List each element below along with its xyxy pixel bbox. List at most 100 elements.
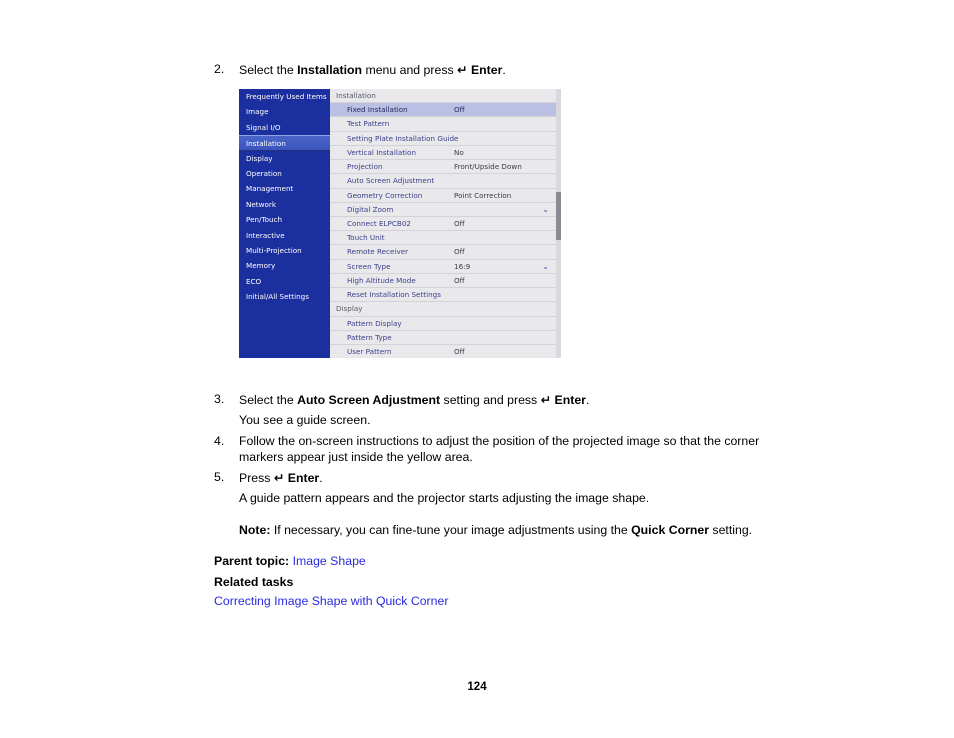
osd-sidebar-item-display[interactable]: Display (239, 151, 330, 166)
osd-row-label: Connect ELPCB02 (347, 218, 411, 228)
osd-row-value: Off (454, 105, 465, 115)
enter-key-icon: ↵ (273, 470, 285, 485)
osd-sidebar-item-label: Pen/Touch (246, 215, 283, 225)
step-5-number: 5. (214, 470, 225, 484)
osd-sidebar-item-signal-i-o[interactable]: Signal I/O (239, 120, 330, 135)
step-5-text-a: Press (239, 471, 274, 485)
step-5-result: A guide pattern appears and the projecto… (239, 491, 650, 505)
osd-sidebar-item-pen-touch[interactable]: Pen/Touch (239, 212, 330, 227)
osd-scrollbar-thumb[interactable] (556, 192, 561, 240)
osd-sidebar-item-operation[interactable]: Operation (239, 166, 330, 181)
step-2-text-b: menu and press (362, 63, 458, 77)
osd-row-test-pattern[interactable]: Test Pattern (330, 117, 561, 132)
step-2-text: Select the Installation menu and press ↵… (239, 62, 919, 79)
osd-section-installation: Installation (330, 89, 561, 104)
enter-key-icon: ↵ (540, 392, 552, 407)
osd-sidebar-item-installation[interactable]: Installation (239, 135, 332, 151)
osd-sidebar-item-label: Interactive (246, 230, 285, 240)
step-5-text-b: . (319, 471, 323, 485)
osd-row-label: User Pattern (347, 346, 392, 356)
step-4-text: Follow the on-screen instructions to adj… (239, 434, 760, 464)
osd-scrollbar-track[interactable] (556, 89, 561, 358)
page-number: 124 (467, 681, 487, 693)
osd-sidebar-item-management[interactable]: Management (239, 181, 330, 196)
osd-row-fixed-installation[interactable]: Fixed Installation Off (330, 103, 561, 118)
osd-row-pattern-display[interactable]: Pattern Display (330, 317, 561, 331)
osd-sidebar-item-label: Display (246, 153, 273, 163)
osd-row-geometry-correction[interactable]: Geometry Correction Point Correction (330, 189, 561, 203)
osd-sidebar-item-label: Installation (246, 139, 286, 149)
osd-row-user-pattern[interactable]: User Pattern Off (330, 345, 561, 358)
osd-sidebar-item-label: Management (246, 184, 294, 194)
chevron-down-icon[interactable]: ⌄ (542, 260, 549, 274)
osd-row-value: Point Correction (454, 190, 512, 200)
step-2-menu-name: Installation (297, 63, 363, 77)
osd-row-label: Remote Receiver (347, 247, 409, 257)
osd-sidebar-item-interactive[interactable]: Interactive (239, 228, 330, 243)
step-2-text-a: Select the (239, 63, 298, 77)
chevron-down-icon[interactable]: ⌄ (542, 203, 549, 217)
osd-row-label: Pattern Type (347, 332, 392, 342)
note-text-b: setting. (709, 523, 753, 537)
osd-row-label: Auto Screen Adjustment (347, 176, 435, 186)
osd-row-value: 16:9 (454, 261, 471, 271)
osd-row-vertical-installation[interactable]: Vertical Installation No (330, 146, 561, 161)
osd-sidebar: Frequently Used Items Image Signal I/O Inst… (239, 89, 332, 358)
osd-row-label: Setting Plate Installation Guide (347, 133, 459, 143)
osd-row-value: Off (454, 346, 465, 356)
note-quick-corner: Quick Corner (631, 523, 710, 537)
osd-sidebar-item-label: Signal I/O (246, 122, 281, 132)
parent-topic-label: Parent topic: (214, 554, 290, 568)
osd-row-label: Projection (347, 162, 383, 172)
osd-row-value: Off (454, 275, 465, 285)
osd-row-remote-receiver[interactable]: Remote Receiver Off (330, 245, 561, 260)
osd-sidebar-item-initial-all-settings[interactable]: Initial/All Settings (239, 289, 330, 304)
parent-topic-link[interactable]: Image Shape (293, 554, 366, 568)
osd-row-screen-type[interactable]: Screen Type 16:9 ⌄ (330, 260, 561, 274)
osd-row-projection[interactable]: Projection Front/Upside Down (330, 160, 561, 175)
osd-row-setting-plate-installation-guide[interactable]: Setting Plate Installation Guide (330, 132, 561, 146)
osd-sidebar-item-label: Image (246, 107, 269, 117)
osd-section-label: Display (336, 304, 363, 314)
osd-row-auto-screen-adjustment[interactable]: Auto Screen Adjustment (330, 174, 561, 189)
osd-row-label: Fixed Installation (347, 105, 408, 115)
osd-row-label: Reset Installation Settings (347, 290, 441, 300)
osd-sidebar-item-frequently-used-items[interactable]: Frequently Used Items (239, 89, 330, 104)
osd-sidebar-item-network[interactable]: Network (239, 197, 330, 212)
step-3-text-b: setting and press (440, 393, 541, 407)
osd-row-label: Touch Unit (347, 233, 385, 243)
osd-row-reset-installation-settings[interactable]: Reset Installation Settings (330, 288, 561, 303)
note-text-a: If necessary, you can fine-tune your ima… (270, 523, 632, 537)
osd-row-pattern-type[interactable]: Pattern Type (330, 331, 561, 345)
step-3-enter-label: Enter (551, 393, 586, 407)
osd-sidebar-item-image[interactable]: Image (239, 104, 330, 119)
osd-row-label: Digital Zoom (347, 204, 394, 214)
osd-row-connect-elpcb02[interactable]: Connect ELPCB02 Off (330, 217, 561, 232)
related-tasks-heading-text: Related tasks (214, 575, 294, 589)
step-3-number: 3. (214, 392, 225, 406)
step-3-text-a: Select the (239, 393, 298, 407)
related-task-item: Correcting Image Shape with Quick Corner (214, 594, 448, 610)
osd-sidebar-item-label: Frequently Used Items (246, 92, 327, 101)
osd-sidebar-item-eco[interactable]: ECO (239, 274, 330, 289)
osd-sidebar-item-label: Multi-Projection (246, 245, 302, 255)
step-5-enter-label: Enter (284, 471, 320, 485)
osd-row-label: Pattern Display (347, 318, 402, 328)
osd-row-touch-unit[interactable]: Touch Unit (330, 231, 561, 246)
osd-sidebar-item-multi-projection[interactable]: Multi-Projection (239, 243, 330, 258)
related-tasks-heading: Related tasks (214, 575, 293, 591)
step-3-setting-name: Auto Screen Adjustment (297, 393, 441, 407)
osd-row-high-altitude-mode[interactable]: High Altitude Mode Off (330, 274, 561, 289)
osd-sidebar-item-memory[interactable]: Memory (239, 258, 330, 273)
osd-row-label: Screen Type (347, 261, 391, 271)
parent-topic: Parent topic: Image Shape (214, 554, 366, 570)
osd-row-digital-zoom[interactable]: Digital Zoom ⌄ (330, 203, 561, 217)
step-5-text: Press ↵ Enter. (239, 470, 919, 487)
related-task-link[interactable]: Correcting Image Shape with Quick Corner (214, 594, 448, 608)
osd-row-value: Off (454, 218, 465, 228)
note-block: Note: If necessary, you can fine-tune yo… (239, 523, 752, 539)
step-3-result: You see a guide screen. (239, 413, 371, 427)
osd-row-label: High Altitude Mode (347, 275, 416, 285)
osd-sidebar-item-label: Initial/All Settings (246, 292, 309, 302)
osd-row-value: Off (454, 247, 465, 257)
